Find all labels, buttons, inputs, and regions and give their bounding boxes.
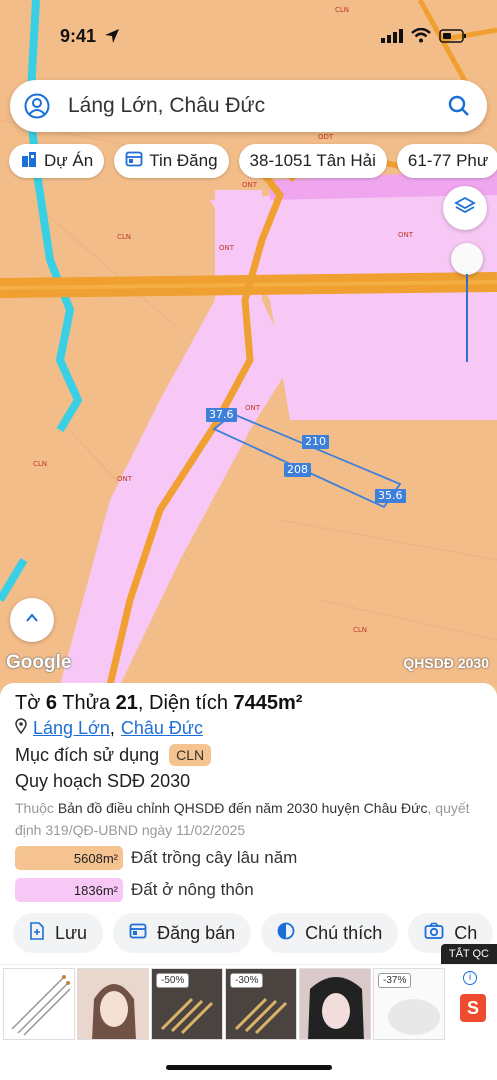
purpose-badge: CLN (169, 744, 212, 766)
parcel-title: Tờ 6 Thửa 21, Diện tích 7445m² (15, 692, 303, 714)
pin-icon (15, 718, 27, 739)
area-value: 7445m² (233, 692, 303, 714)
close-ads-button[interactable]: TẮT QC (440, 944, 497, 964)
chip-label: 61-77 Phư (407, 151, 489, 170)
zone-label: ONT (219, 244, 235, 252)
zone-label: ONT (245, 404, 261, 412)
zone-label: ODT (318, 133, 334, 141)
dimension-top: 210 (302, 435, 329, 449)
action-label: Ch (454, 922, 478, 943)
discount-badge: -37% (378, 973, 412, 988)
parcel-label: Thửa (62, 692, 111, 714)
shopee-icon[interactable]: S (460, 994, 486, 1022)
expand-up-button[interactable] (10, 598, 54, 642)
home-indicator (166, 1065, 332, 1070)
legend-area: 1836m² (15, 878, 123, 902)
action-label: Lưu (55, 922, 88, 943)
desc-prefix: Thuộc (15, 800, 54, 816)
desc-main: Bản đồ điều chỉnh QHSDĐ đến năm 2030 huy… (57, 800, 428, 816)
ad-product[interactable] (299, 968, 371, 1040)
area-label: Diện tích (149, 692, 228, 714)
battery-icon (439, 28, 467, 48)
legend-area: 5608m² (15, 846, 123, 870)
action-buttons: Lưu Đăng bán Chú thích Ch (13, 913, 494, 953)
location-arrow-icon (104, 28, 120, 49)
save-icon (29, 921, 45, 945)
status-icons (381, 27, 467, 48)
chip-label: Tin Đăng (149, 151, 218, 170)
save-button[interactable]: Lưu (13, 913, 104, 953)
zone-label: ONT (117, 475, 133, 483)
district-link[interactable]: Châu Đức (121, 718, 203, 739)
filter-chips: Dự Án Tin Đăng 38-1051 Tân Hải 61-77 Phư (9, 144, 497, 178)
action-label: Chú thích (305, 922, 383, 943)
zone-label: ONT (398, 231, 414, 239)
zone-label: CLN (117, 233, 132, 241)
ad-product[interactable] (3, 968, 75, 1040)
chip-du-an[interactable]: Dự Án (9, 144, 105, 178)
search-bar[interactable]: Láng Lớn, Châu Đức (10, 80, 487, 132)
legend-button[interactable]: Chú thích (261, 913, 399, 953)
legend-icon (277, 922, 295, 945)
plan-description: Thuộc Bản đồ điều chỉnh QHSDĐ đến năm 20… (15, 797, 490, 841)
ad-banner[interactable]: TẮT QC -50% -30% -37% i S (0, 944, 497, 1044)
ad-product[interactable]: -30% (225, 968, 297, 1040)
dimension-right: 35.6 (375, 489, 406, 503)
discount-badge: -30% (230, 973, 264, 988)
layers-button[interactable] (443, 186, 487, 230)
layers-icon (454, 195, 476, 222)
zone-label: CLN (335, 6, 350, 14)
parcel-info-panel: Tờ 6 Thửa 21, Diện tích 7445m² Láng Lớn,… (0, 683, 497, 1080)
ad-info-icon[interactable]: i (463, 971, 477, 985)
discount-badge: -50% (156, 973, 190, 988)
legend-label: Đất trồng cây lâu năm (131, 848, 298, 867)
location-separator: , (109, 718, 115, 738)
title-prefix: Tờ (15, 692, 41, 714)
ad-product[interactable] (77, 968, 149, 1040)
legend-label: Đất ở nông thôn (131, 880, 254, 899)
user-icon[interactable] (24, 93, 50, 119)
action-label: Đăng bán (157, 922, 236, 943)
opacity-slider-handle[interactable] (451, 243, 483, 275)
sheet-number: 6 (45, 692, 58, 714)
ad-product[interactable]: -37% (373, 968, 445, 1040)
chevron-up-icon (24, 610, 40, 631)
wifi-icon (411, 27, 431, 48)
layer-name: QHSDĐ 2030 (403, 655, 489, 671)
camera-icon (424, 922, 444, 945)
dimension-left: 37.6 (206, 408, 237, 422)
search-icon[interactable] (447, 94, 471, 118)
zone-label: CLN (33, 460, 48, 468)
zone-label: CLN (353, 626, 368, 634)
listing-icon (125, 150, 143, 173)
google-logo: Google (6, 652, 72, 673)
legend-row-ont: 1836m² Đất ở nông thôn (15, 878, 254, 902)
dimension-bottom: 208 (284, 463, 311, 477)
status-bar: 9:41 (0, 26, 497, 48)
status-time: 9:41 (60, 26, 97, 46)
chip-tin-dang[interactable]: Tin Đăng (114, 144, 229, 178)
post-icon (129, 922, 147, 945)
parcel-number: 21 (115, 692, 138, 714)
building-icon (20, 150, 38, 173)
purpose-label: Mục đích sử dụng (15, 744, 160, 765)
zone-label: ONT (242, 181, 258, 189)
search-input[interactable]: Láng Lớn, Châu Đức (68, 94, 447, 118)
opacity-slider-track[interactable] (466, 274, 468, 362)
signal-icon (381, 28, 403, 48)
legend-row-cln: 5608m² Đất trồng cây lâu năm (15, 846, 297, 870)
chip-recent-2[interactable]: 61-77 Phư (396, 144, 497, 178)
land-purpose: Mục đích sử dụng CLN (15, 744, 212, 766)
ad-product[interactable]: -50% (151, 968, 223, 1040)
commune-link[interactable]: Láng Lớn (33, 718, 110, 739)
chip-recent-1[interactable]: 38-1051 Tân Hải (238, 144, 387, 178)
chip-label: Dự Án (44, 151, 94, 170)
chip-label: 38-1051 Tân Hải (249, 151, 376, 170)
post-sale-button[interactable]: Đăng bán (113, 913, 252, 953)
parcel-location: Láng Lớn, Châu Đức (15, 718, 203, 739)
plan-heading: Quy hoạch SDĐ 2030 (15, 771, 191, 791)
